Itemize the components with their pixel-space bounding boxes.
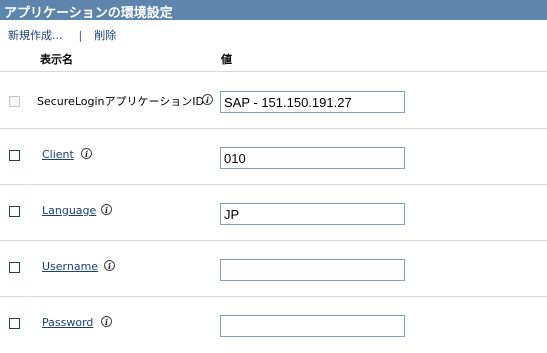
language-field[interactable] [220,203,405,225]
info-icon[interactable]: i [101,204,112,215]
client-field[interactable] [220,147,405,169]
row-checkbox[interactable] [9,206,20,217]
column-header-value: 値 [221,53,232,66]
field-label-username[interactable]: Username [42,260,98,273]
application-id-field[interactable] [220,91,405,113]
new-button[interactable]: 新規作成... [8,29,63,42]
delete-button[interactable]: 削除 [94,29,116,42]
info-icon[interactable]: i [101,316,112,327]
info-icon[interactable]: i [104,260,115,271]
page-title: アプリケーションの環境設定 [4,6,173,21]
toolbar-separator: | [78,29,83,42]
column-header-display-name: 表示名 [40,53,73,66]
info-icon[interactable]: i [202,94,213,105]
row-checkbox[interactable] [9,150,20,161]
title-bar: アプリケーションの環境設定 [0,0,547,21]
password-field[interactable] [220,315,405,337]
table-row: Username i [0,241,547,297]
row-checkbox [9,96,20,107]
toolbar: 新規作成... | 削除 [8,27,116,43]
username-field[interactable] [220,259,405,281]
row-checkbox[interactable] [9,318,20,329]
field-label: SecureLoginアプリケーションID [37,95,204,108]
field-label-language[interactable]: Language [42,204,96,217]
field-label-password[interactable]: Password [42,316,93,329]
field-label-client[interactable]: Client [42,148,74,161]
table-row: Client i [0,129,547,185]
table-row: Password i [0,297,547,353]
table-row: SecureLoginアプリケーションID i [0,72,547,128]
info-icon[interactable]: i [81,148,92,159]
table-row: Language i [0,185,547,241]
row-checkbox[interactable] [9,262,20,273]
